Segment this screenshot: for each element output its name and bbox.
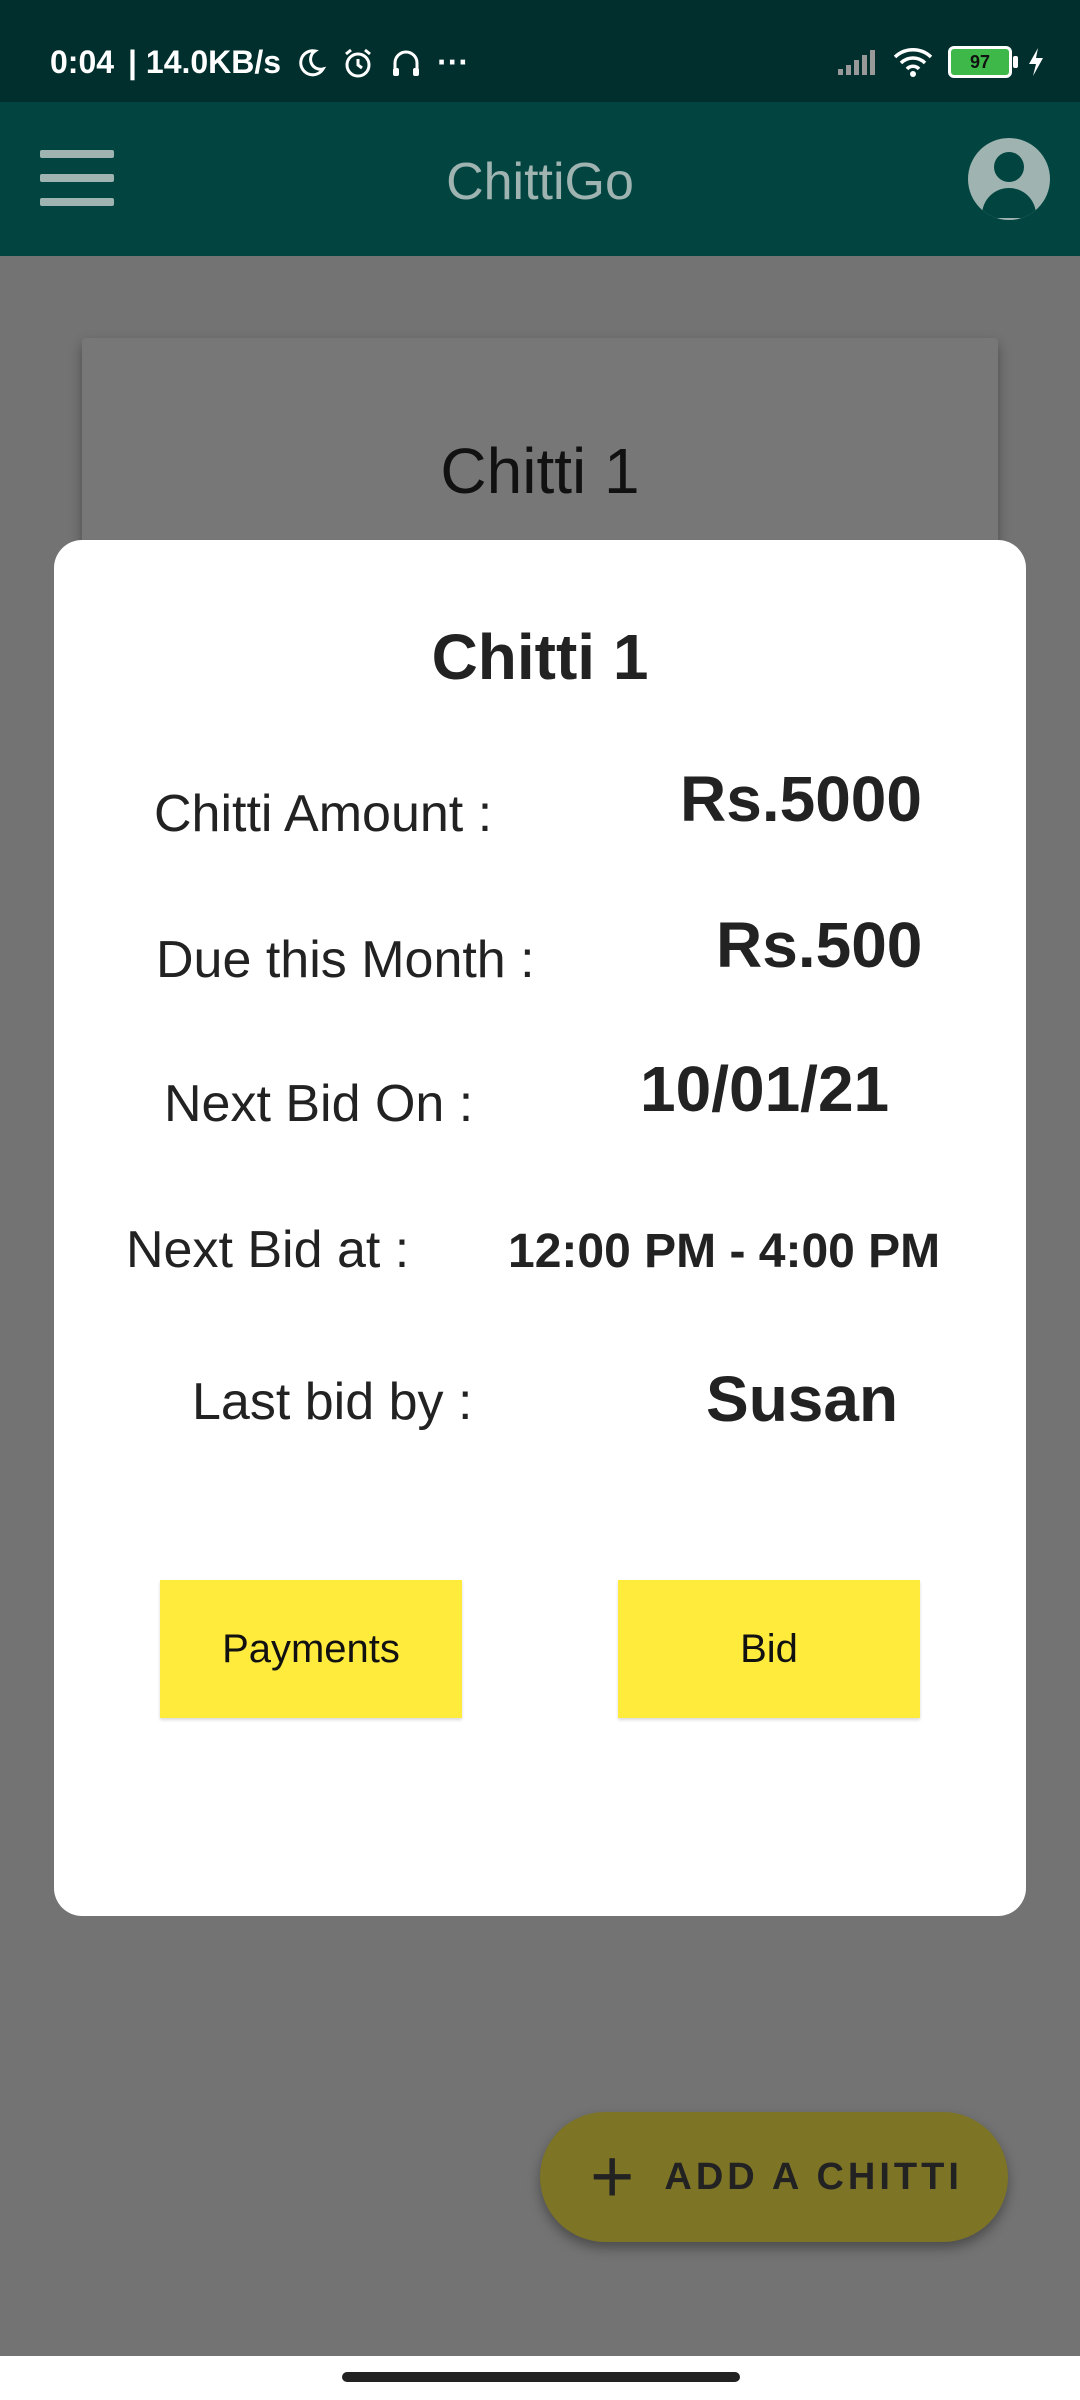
plus-icon: + <box>590 2134 635 2219</box>
chitti-amount-value: Rs.5000 <box>680 763 922 835</box>
profile-icon[interactable] <box>968 138 1050 220</box>
navigation-bar <box>0 2356 1080 2400</box>
charging-icon <box>1029 48 1043 76</box>
chitti-card-title: Chitti 1 <box>440 435 640 507</box>
next-bid-on-value: 10/01/21 <box>640 1053 890 1125</box>
last-bid-by-value: Susan <box>706 1363 899 1435</box>
signal-icon <box>838 50 875 75</box>
status-right: 97 <box>836 46 1046 78</box>
network-speed: | 14.0KB/s <box>128 44 282 80</box>
more-notifications-icon: ··· <box>437 44 470 80</box>
headphones-icon <box>393 50 420 76</box>
moon-icon <box>299 48 327 76</box>
last-bid-by-label: Last bid by : <box>192 1373 473 1431</box>
next-bid-at-value: 12:00 PM - 4:00 PM <box>508 1225 941 1278</box>
next-bid-on-label: Next Bid On : <box>164 1075 474 1133</box>
app-title: ChittiGo <box>446 153 634 211</box>
status-left: 0:04 | 14.0KB/s ··· <box>50 44 469 81</box>
battery-icon: 97 <box>948 46 1018 78</box>
add-chitti-label: ADD A CHITTI <box>664 2155 963 2198</box>
payments-button[interactable]: Payments <box>160 1580 462 1718</box>
bid-button[interactable]: Bid <box>618 1580 920 1718</box>
status-time: 0:04 <box>50 44 115 80</box>
wifi-icon <box>893 48 933 77</box>
app-bar: ChittiGo <box>0 102 1080 256</box>
home-handle[interactable] <box>342 2372 740 2382</box>
alarm-icon <box>345 48 372 77</box>
chitti-details-dialog: Chitti 1 Chitti Amount : Rs.5000 Due thi… <box>54 540 1026 1916</box>
status-bar: 0:04 | 14.0KB/s ··· 97 <box>0 0 1080 102</box>
due-this-month-value: Rs.500 <box>716 909 923 981</box>
add-chitti-button[interactable]: + ADD A CHITTI <box>540 2112 1008 2242</box>
dialog-title: Chitti 1 <box>431 621 649 693</box>
chitti-amount-label: Chitti Amount : <box>154 785 493 843</box>
next-bid-at-label: Next Bid at : <box>126 1221 410 1279</box>
due-this-month-label: Due this Month : <box>156 931 535 989</box>
battery-level: 97 <box>969 52 991 72</box>
